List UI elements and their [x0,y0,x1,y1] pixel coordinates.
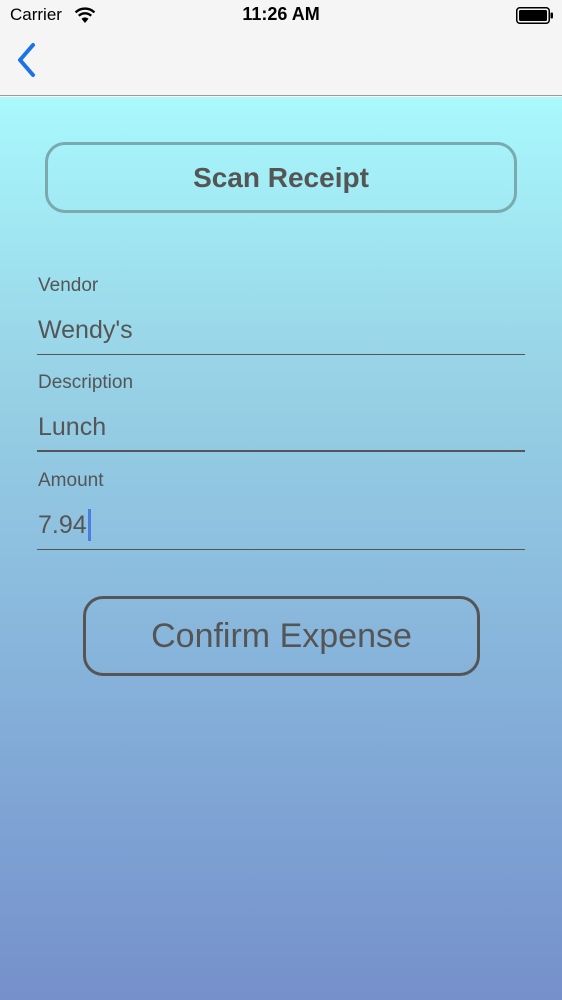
top-bar: Carrier 11:26 AM [0,0,562,96]
confirm-expense-button[interactable]: Confirm Expense [83,596,480,676]
vendor-label: Vendor [38,275,99,296]
description-field[interactable] [37,404,525,452]
text-caret [88,509,91,541]
chevron-left-icon [15,42,37,83]
expense-screen: Carrier 11:26 AM Scan Receipt Vendor Wen… [0,0,562,1000]
vendor-field[interactable] [37,307,525,355]
back-button[interactable] [8,42,44,82]
status-time: 11:26 AM [242,4,320,24]
amount-field[interactable]: 7.94 [37,502,525,550]
description-label: Description [38,372,134,393]
scan-receipt-button[interactable]: Scan Receipt [45,142,517,213]
amount-label: Amount [38,470,104,491]
content-area: Scan Receipt Vendor Description Amount 7… [0,97,562,1000]
battery-icon [516,7,554,24]
amount-value: 7.94 [38,511,87,539]
status-bar: Carrier 11:26 AM [0,0,562,32]
